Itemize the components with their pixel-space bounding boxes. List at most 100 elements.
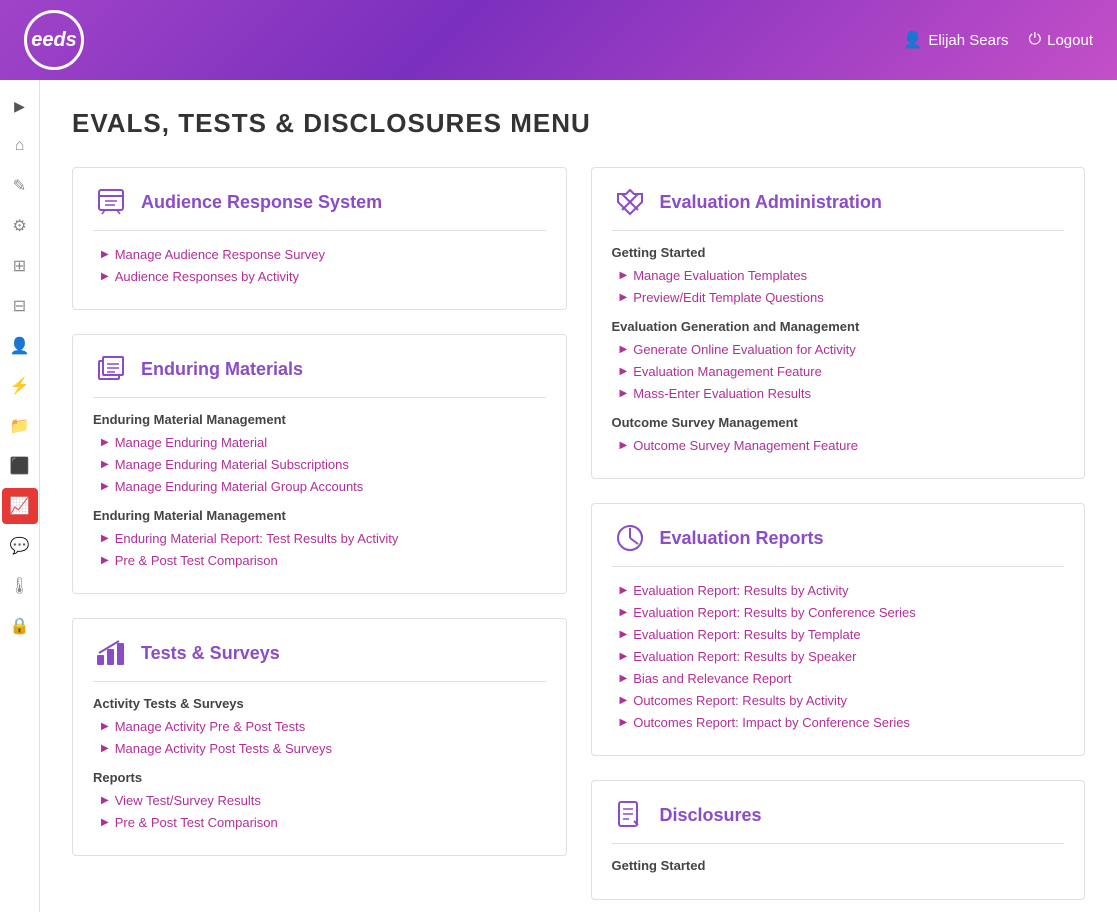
section-audience: Audience Response System ▶ Manage Audien… bbox=[72, 167, 567, 310]
arrow-icon: ▶ bbox=[620, 673, 628, 684]
link-enduring-report[interactable]: ▶ Enduring Material Report: Test Results… bbox=[93, 529, 546, 548]
sidebar-item-grid[interactable]: ⊞ bbox=[2, 248, 38, 284]
link-audience-responses-activity[interactable]: ▶ Audience Responses by Activity bbox=[93, 267, 546, 286]
enduring-icon bbox=[93, 351, 129, 387]
link-pre-post-comparison-tests[interactable]: ▶ Pre & Post Test Comparison bbox=[93, 813, 546, 832]
disclosures-icon bbox=[612, 797, 648, 833]
app-header: eeds 👤 Elijah Sears ⏻ Logout bbox=[0, 0, 1117, 80]
link-manage-pre-post-tests[interactable]: ▶ Manage Activity Pre & Post Tests bbox=[93, 717, 546, 736]
arrow-icon: ▶ bbox=[101, 817, 109, 828]
arrow-icon: ▶ bbox=[101, 721, 109, 732]
audience-title: Audience Response System bbox=[141, 192, 382, 213]
sidebar-item-lock[interactable]: 🔒 bbox=[2, 608, 38, 644]
link-outcomes-report-activity[interactable]: ▶ Outcomes Report: Results by Activity bbox=[612, 691, 1065, 710]
subsection-disclosures-getting-started: Getting Started bbox=[612, 858, 1065, 873]
section-disclosures-header: Disclosures bbox=[612, 797, 1065, 844]
main-content: EVALS, TESTS & DISCLOSURES MENU bbox=[40, 80, 1117, 912]
section-tests-header: Tests & Surveys bbox=[93, 635, 546, 682]
sidebar-item-edit[interactable]: ✎ bbox=[2, 168, 38, 204]
arrow-icon: ▶ bbox=[620, 292, 628, 303]
link-manage-enduring-group[interactable]: ▶ Manage Enduring Material Group Account… bbox=[93, 477, 546, 496]
eval-reports-icon bbox=[612, 520, 648, 556]
sidebar-item-folder[interactable]: 📁 bbox=[2, 408, 38, 444]
sidebar-item-settings[interactable]: ⚙ bbox=[2, 208, 38, 244]
logo-text: eeds bbox=[31, 29, 77, 52]
link-eval-report-template[interactable]: ▶ Evaluation Report: Results by Template bbox=[612, 625, 1065, 644]
user-icon: 👤 bbox=[902, 30, 922, 50]
logout-icon: ⏻ bbox=[1028, 31, 1041, 49]
layout: ▶ ⌂ ✎ ⚙ ⊞ ⊟ 👤 ⚡ 📁 ⬛ 📈 💬 🌡 🔒 EVALS, TESTS… bbox=[0, 80, 1117, 912]
section-eval-reports: Evaluation Reports ▶ Evaluation Report: … bbox=[591, 503, 1086, 756]
disclosures-title: Disclosures bbox=[660, 805, 762, 826]
user-label: Elijah Sears bbox=[928, 32, 1008, 49]
arrow-icon: ▶ bbox=[620, 270, 628, 281]
link-pre-post-comparison-enduring[interactable]: ▶ Pre & Post Test Comparison bbox=[93, 551, 546, 570]
sidebar-item-user[interactable]: 👤 bbox=[2, 328, 38, 364]
arrow-icon: ▶ bbox=[620, 388, 628, 399]
section-audience-header: Audience Response System bbox=[93, 184, 546, 231]
page-title: EVALS, TESTS & DISCLOSURES MENU bbox=[72, 108, 1085, 139]
link-eval-report-speaker[interactable]: ▶ Evaluation Report: Results by Speaker bbox=[612, 647, 1065, 666]
sidebar-item-arrow[interactable]: ▶ bbox=[2, 88, 38, 124]
subsection-enduring-mgmt-2: Enduring Material Management bbox=[93, 508, 546, 523]
arrow-icon: ▶ bbox=[620, 629, 628, 640]
arrow-icon: ▶ bbox=[101, 533, 109, 544]
eval-admin-title: Evaluation Administration bbox=[660, 192, 882, 213]
sidebar-item-messages[interactable]: 💬 bbox=[2, 528, 38, 564]
link-preview-edit-template[interactable]: ▶ Preview/Edit Template Questions bbox=[612, 288, 1065, 307]
arrow-icon: ▶ bbox=[101, 271, 109, 282]
arrow-icon: ▶ bbox=[101, 249, 109, 260]
subsection-eval-generation: Evaluation Generation and Management bbox=[612, 319, 1065, 334]
user-menu[interactable]: 👤 Elijah Sears bbox=[902, 30, 1008, 50]
arrow-icon: ▶ bbox=[620, 344, 628, 355]
logout-button[interactable]: ⏻ Logout bbox=[1028, 31, 1093, 49]
eval-reports-title: Evaluation Reports bbox=[660, 528, 824, 549]
link-manage-eval-templates[interactable]: ▶ Manage Evaluation Templates bbox=[612, 266, 1065, 285]
section-enduring: Enduring Materials Enduring Material Man… bbox=[72, 334, 567, 594]
link-manage-audience-survey[interactable]: ▶ Manage Audience Response Survey bbox=[93, 245, 546, 264]
link-generate-online-eval[interactable]: ▶ Generate Online Evaluation for Activit… bbox=[612, 340, 1065, 359]
logout-label: Logout bbox=[1047, 32, 1093, 49]
content-grid: Audience Response System ▶ Manage Audien… bbox=[72, 167, 1085, 900]
arrow-icon: ▶ bbox=[101, 743, 109, 754]
section-eval-reports-header: Evaluation Reports bbox=[612, 520, 1065, 567]
link-eval-management-feature[interactable]: ▶ Evaluation Management Feature bbox=[612, 362, 1065, 381]
link-manage-enduring[interactable]: ▶ Manage Enduring Material bbox=[93, 433, 546, 452]
sidebar-item-apps[interactable]: ⬛ bbox=[2, 448, 38, 484]
sidebar-item-thermometer[interactable]: 🌡 bbox=[2, 568, 38, 604]
right-column: Evaluation Administration Getting Starte… bbox=[591, 167, 1086, 900]
sidebar-item-table[interactable]: ⊟ bbox=[2, 288, 38, 324]
left-column: Audience Response System ▶ Manage Audien… bbox=[72, 167, 567, 900]
arrow-icon: ▶ bbox=[101, 555, 109, 566]
tests-icon bbox=[93, 635, 129, 671]
link-outcomes-report-conference[interactable]: ▶ Outcomes Report: Impact by Conference … bbox=[612, 713, 1065, 732]
arrow-icon: ▶ bbox=[101, 481, 109, 492]
subsection-enduring-mgmt-1: Enduring Material Management bbox=[93, 412, 546, 427]
link-outcome-survey-feature[interactable]: ▶ Outcome Survey Management Feature bbox=[612, 436, 1065, 455]
arrow-icon: ▶ bbox=[101, 459, 109, 470]
header-right: 👤 Elijah Sears ⏻ Logout bbox=[902, 30, 1093, 50]
link-mass-enter-eval-results[interactable]: ▶ Mass-Enter Evaluation Results bbox=[612, 384, 1065, 403]
arrow-icon: ▶ bbox=[620, 585, 628, 596]
subsection-getting-started: Getting Started bbox=[612, 245, 1065, 260]
enduring-title: Enduring Materials bbox=[141, 359, 303, 380]
link-manage-enduring-subscriptions[interactable]: ▶ Manage Enduring Material Subscriptions bbox=[93, 455, 546, 474]
arrow-icon: ▶ bbox=[620, 695, 628, 706]
sidebar-item-chart[interactable]: 📈 bbox=[2, 488, 38, 524]
sidebar-item-plug[interactable]: ⚡ bbox=[2, 368, 38, 404]
subsection-outcome-survey: Outcome Survey Management bbox=[612, 415, 1065, 430]
link-view-test-survey-results[interactable]: ▶ View Test/Survey Results bbox=[93, 791, 546, 810]
link-manage-post-tests-surveys[interactable]: ▶ Manage Activity Post Tests & Surveys bbox=[93, 739, 546, 758]
section-tests: Tests & Surveys Activity Tests & Surveys… bbox=[72, 618, 567, 856]
link-bias-relevance-report[interactable]: ▶ Bias and Relevance Report bbox=[612, 669, 1065, 688]
arrow-icon: ▶ bbox=[620, 651, 628, 662]
arrow-icon: ▶ bbox=[101, 437, 109, 448]
sidebar-item-home[interactable]: ⌂ bbox=[2, 128, 38, 164]
section-eval-admin: Evaluation Administration Getting Starte… bbox=[591, 167, 1086, 479]
section-eval-admin-header: Evaluation Administration bbox=[612, 184, 1065, 231]
section-enduring-header: Enduring Materials bbox=[93, 351, 546, 398]
link-eval-report-conference[interactable]: ▶ Evaluation Report: Results by Conferen… bbox=[612, 603, 1065, 622]
arrow-icon: ▶ bbox=[620, 366, 628, 377]
link-eval-report-activity[interactable]: ▶ Evaluation Report: Results by Activity bbox=[612, 581, 1065, 600]
arrow-icon: ▶ bbox=[620, 607, 628, 618]
